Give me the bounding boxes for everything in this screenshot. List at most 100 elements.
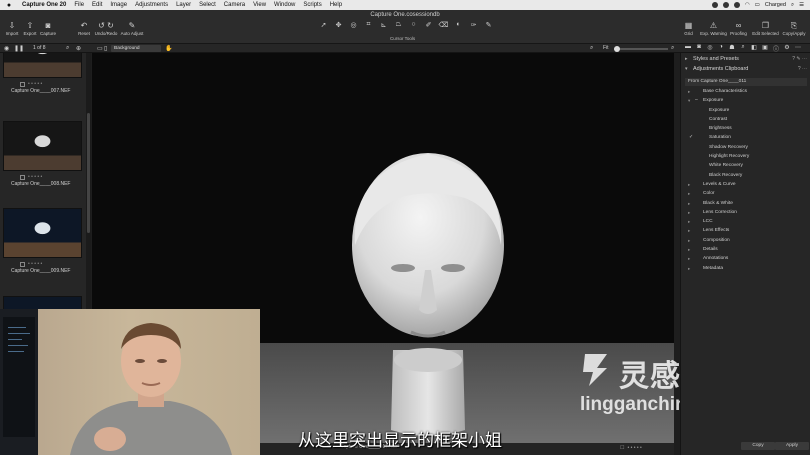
color-tab-icon[interactable]: ◑ [717,44,725,52]
adj-white-recovery[interactable]: White Recovery [681,161,810,170]
copy-apply-button[interactable]: ⎘ Copy/Apply [781,20,807,36]
metadata-tab-icon[interactable]: ⓘ [772,44,780,53]
spot-icon[interactable]: ○ [408,21,419,31]
select-checkbox[interactable]: ☐ [620,445,624,451]
battery-icon[interactable]: ▭ [755,2,760,8]
hand-icon[interactable]: ✋ [165,45,172,52]
proofing-button[interactable]: ∞ Proofing [727,20,750,36]
adjustments-tab-icon[interactable]: ▣ [761,44,769,52]
menu-select[interactable]: Select [195,2,220,8]
search-icon[interactable]: ⌕ [791,2,794,9]
rating[interactable]: • • • • • [3,81,82,87]
menu-scripts[interactable]: Scripts [299,2,325,8]
adj-color[interactable]: ▸ Color [681,189,810,198]
status-icon[interactable] [733,2,740,8]
menu-camera[interactable]: Camera [220,2,249,8]
lens-tab-icon[interactable]: ◎ [706,44,714,52]
adj-metadata[interactable]: ▸ Metadata [681,264,810,273]
adj-details[interactable]: ▸ Details [681,245,810,254]
exposure-warning-button[interactable]: ⚠ Exp. Warning [700,20,727,36]
adj-lens-correction[interactable]: ▸ Lens Correction [681,208,810,217]
panel-tools-icons[interactable]: ? ⋯ [798,65,807,74]
menu-window[interactable]: Window [270,2,299,8]
adj-saturation[interactable]: ✓ Saturation [681,133,810,142]
loupe-icon[interactable]: ⌕ [590,45,593,52]
filmstrip-item[interactable]: • • • • • Capture One____008.NEF [3,121,82,187]
adj-highlight-recovery[interactable]: Highlight Recovery [681,152,810,161]
panel-tools-icons[interactable]: ? ✎ ⋯ [792,55,807,64]
pause-icon[interactable]: ❚❚ [14,45,24,52]
annotate-icon[interactable]: ✎ [483,21,494,31]
pointer-icon[interactable]: ➚ [318,21,329,31]
brush-icon[interactable]: ✐ [423,21,434,31]
grid-button[interactable]: ▦ Grid [677,20,700,36]
select-checkbox[interactable] [20,174,25,180]
auto-adjust-button[interactable]: ✎ Auto Adjust [119,20,145,36]
adj-composition[interactable]: ▸ Composition [681,236,810,245]
keystone-icon[interactable]: ⏢ [393,21,404,31]
status-icon[interactable] [711,2,718,8]
local-tab-icon[interactable]: ◧ [750,44,758,52]
adjustments-clipboard-header[interactable]: ▾ Adjustments Clipboard ? ⋯ [681,65,810,74]
select-checkbox[interactable] [20,261,25,267]
wifi-icon[interactable]: ◠ [745,2,750,8]
exposure-tab-icon[interactable]: ☗ [728,44,736,52]
menu-view[interactable]: View [249,2,270,8]
menu-image[interactable]: Image [106,2,131,8]
zoom-slider[interactable] [614,46,668,52]
filmstrip-item[interactable]: • • • • • Capture One____009.NEF [3,208,82,274]
copy-button[interactable]: Copy [741,442,775,450]
filmstrip-item[interactable]: • • • • • Capture One____007.NEF [3,53,82,94]
menu-help[interactable]: Help [326,2,346,8]
adj-brightness[interactable]: Brightness [681,124,810,133]
adj-lens-effects[interactable]: ▸ Lens Effects [681,226,810,235]
apply-button[interactable]: Apply [775,442,809,450]
menu-adjustments[interactable]: Adjustments [131,2,172,8]
adj-black-white[interactable]: ▸ Black & White [681,199,810,208]
layout-icon[interactable]: ▯ [104,45,107,52]
menu-app[interactable]: Capture One 20 [18,2,70,8]
library-tab-icon[interactable]: ▬ [684,44,692,52]
adj-base-characteristics[interactable]: ▸ Base Characteristics [681,87,810,96]
straighten-icon[interactable]: ⊾ [378,21,389,31]
apple-icon[interactable]: ● [0,2,18,9]
adj-shadow-recovery[interactable]: Shadow Recovery [681,143,810,152]
pan-icon[interactable]: ✥ [333,21,344,31]
zoom-fit[interactable]: Fit [603,45,609,51]
rating[interactable]: • • • • • [3,261,82,267]
picker-icon[interactable]: ✑ [468,21,479,31]
undo-redo-button[interactable]: ↺ ↻ Undo/Redo [93,20,119,36]
menu-edit[interactable]: Edit [88,2,106,8]
status-icon[interactable] [722,2,729,8]
adj-black-recovery[interactable]: Black Recovery [681,171,810,180]
export-button[interactable]: ⇧ Export [21,20,39,36]
styles-presets-header[interactable]: ▸ Styles and Presets ? ✎ ⋯ [681,55,810,64]
zoom-icon[interactable]: ⊕ [76,45,81,52]
details-tab-icon[interactable]: ⌕ [739,44,747,52]
rating[interactable]: • • • • • [3,174,82,180]
zoom-icon[interactable]: ⌕ [671,45,674,52]
capture-tab-icon[interactable]: ◙ [695,44,703,52]
layout-icon[interactable]: ▭ [97,45,103,52]
adj-exposure-group[interactable]: ▾ – Exposure [681,96,810,105]
menu-layer[interactable]: Layer [172,2,195,8]
adj-contrast[interactable]: Contrast [681,115,810,124]
capture-button[interactable]: ◙ Capture [39,20,57,36]
adj-exposure[interactable]: Exposure [681,106,810,115]
output-tab-icon[interactable]: ⚙ [783,44,791,52]
menu-file[interactable]: File [70,2,88,8]
select-checkbox[interactable] [20,81,25,87]
focus-icon[interactable]: ◎ [348,21,359,31]
adj-lcc[interactable]: ▸ LCC [681,217,810,226]
import-button[interactable]: ⇩ Import [3,20,21,36]
gradient-icon[interactable]: ◐ [453,21,464,31]
menu-list-icon[interactable]: ☰ [799,2,804,8]
eraser-icon[interactable]: ⌫ [438,21,449,31]
adj-annotations[interactable]: ▸ Annotations [681,254,810,263]
search-icon[interactable]: ⌕ [66,45,69,52]
adj-levels-curve[interactable]: ▸ Levels & Curve [681,180,810,189]
eye-icon[interactable]: ◉ [4,45,9,52]
edit-selected-button[interactable]: ❐ Edit Selected [752,20,779,36]
viewer-rating[interactable]: ☐ • • • • • [620,445,642,451]
crop-icon[interactable]: ⌗ [363,21,374,31]
